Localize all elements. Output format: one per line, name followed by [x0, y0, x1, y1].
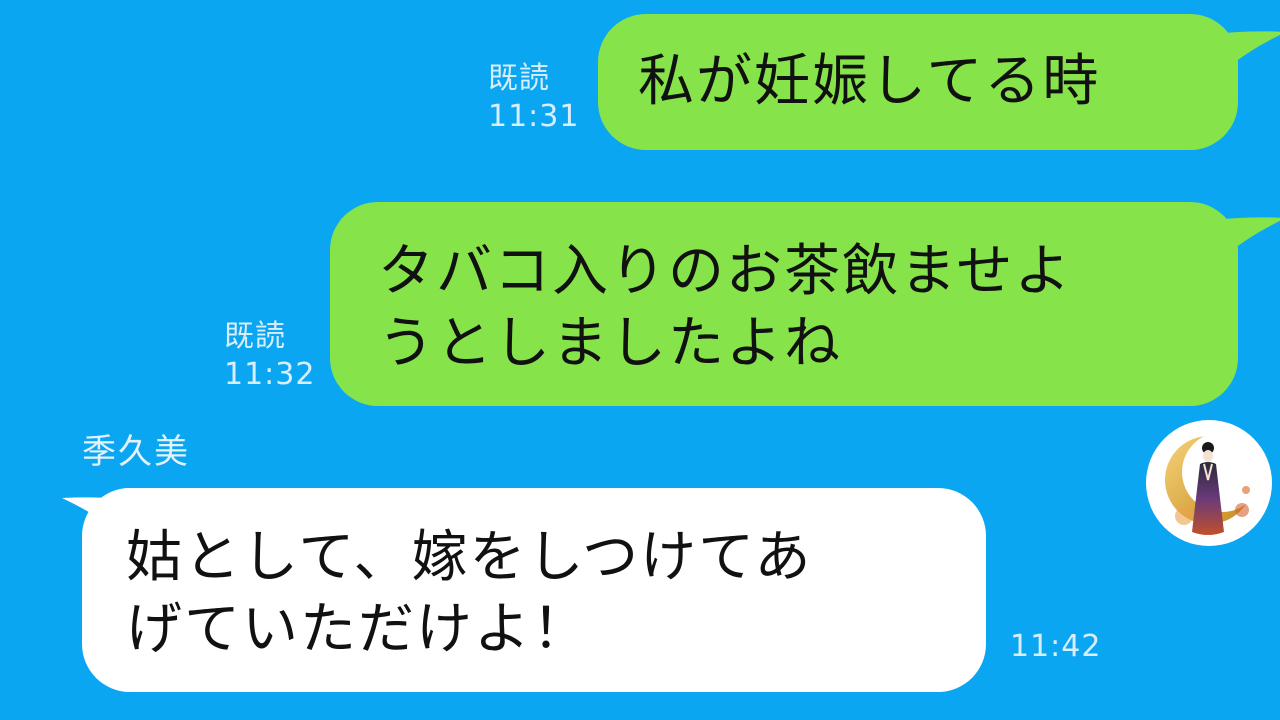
read-receipt: 既読: [224, 319, 286, 354]
bubble-tail: [1212, 217, 1280, 252]
message-bubble-received[interactable]: 姑として、嫁をしつけてあ げていただけよ！: [82, 488, 986, 692]
timestamp: 11:31: [488, 99, 580, 134]
message-text: 私が妊娠してる時: [638, 49, 1101, 114]
sender-name: 季久美: [82, 432, 190, 472]
avatar-illustration: [1165, 432, 1262, 535]
kimono-woman-crescent-moon-avatar[interactable]: [1146, 420, 1272, 546]
message-text: タバコ入りのお茶飲ませよ うとしましたよね: [378, 239, 1073, 376]
message-2-meta: 既読 11:32: [224, 318, 315, 394]
message-1-meta: 既読 11:31: [488, 60, 579, 136]
read-receipt: 既読: [488, 61, 550, 96]
message-text: 姑として、嫁をしつけてあ げていただけよ！: [126, 525, 813, 662]
timestamp: 11:42: [1010, 629, 1102, 664]
message-bubble-sent-1[interactable]: 私が妊娠してる時: [598, 14, 1238, 150]
timestamp: 11:32: [224, 357, 316, 392]
bubble-tail: [1212, 31, 1280, 66]
message-bubble-sent-2[interactable]: タバコ入りのお茶飲ませよ うとしましたよね: [330, 202, 1238, 406]
